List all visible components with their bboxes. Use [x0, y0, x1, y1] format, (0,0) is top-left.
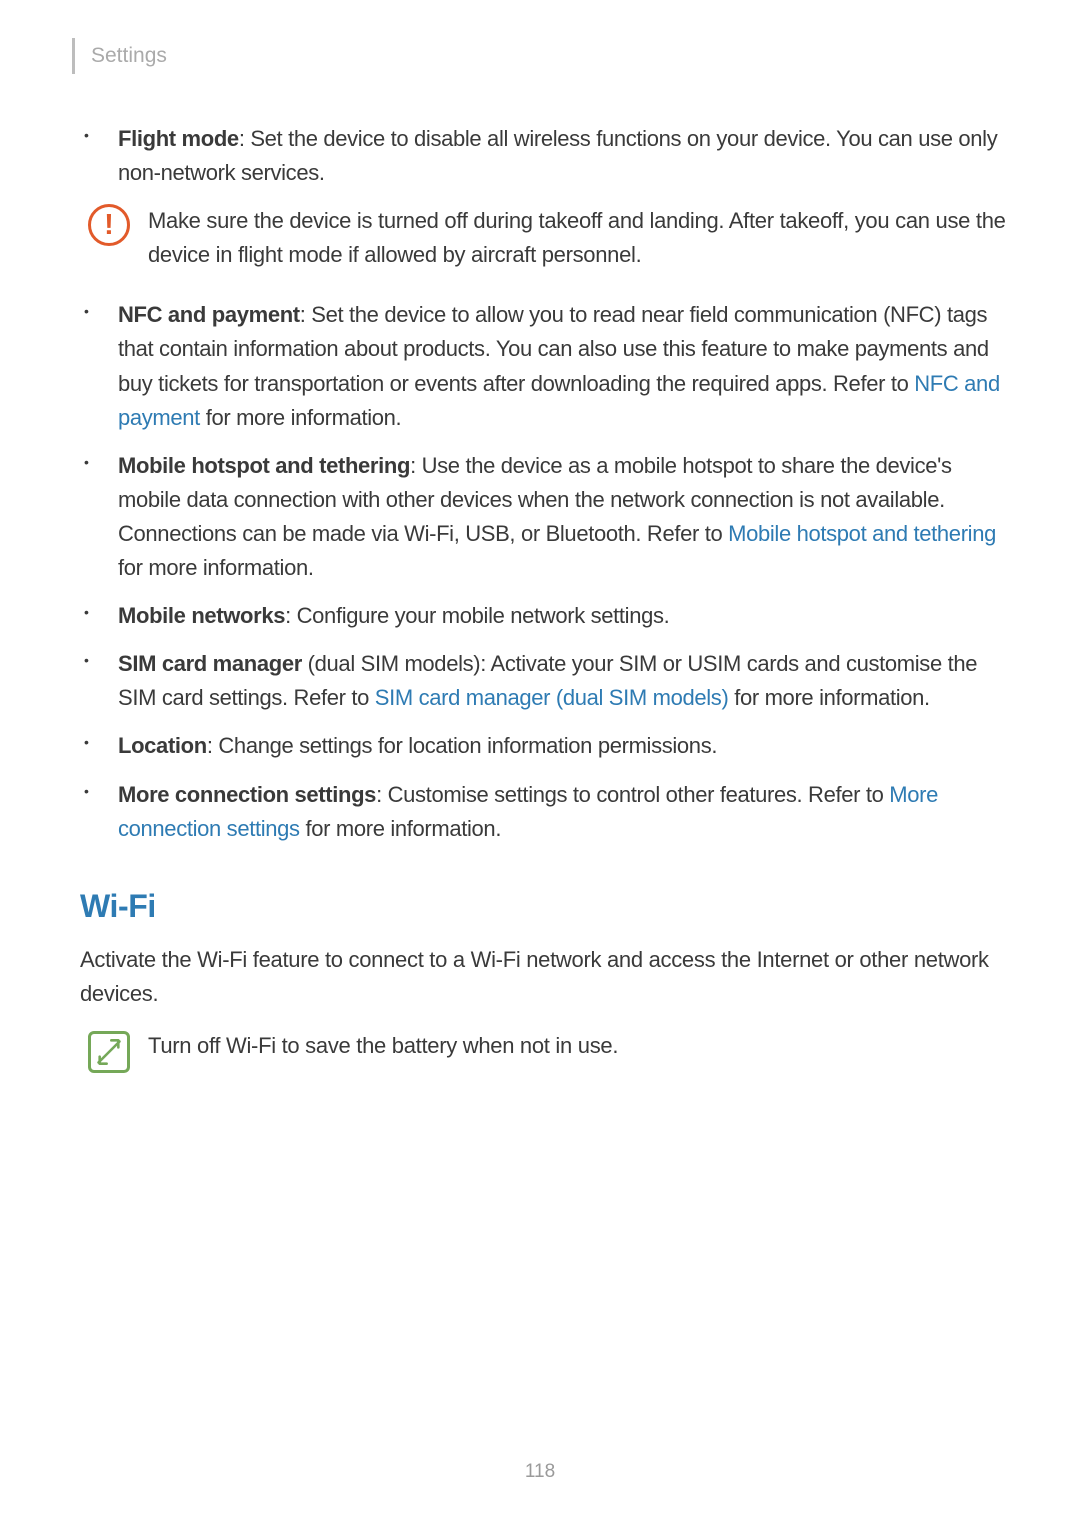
term-location: Location: [118, 733, 207, 758]
desc-hotspot-post: for more information.: [118, 555, 314, 580]
callout-note-wifi: Turn off Wi-Fi to save the battery when …: [88, 1029, 1008, 1073]
header-text: Settings: [91, 44, 167, 68]
page-number: 118: [0, 1461, 1080, 1483]
term-hotspot: Mobile hotspot and tethering: [118, 453, 410, 478]
term-more: More connection settings: [118, 782, 376, 807]
item-more: More connection settings: Customise sett…: [108, 778, 1008, 846]
desc-more-pre: : Customise settings to control other fe…: [376, 782, 889, 807]
desc-mobile-networks: : Configure your mobile network settings…: [285, 603, 669, 628]
link-hotspot[interactable]: Mobile hotspot and tethering: [728, 521, 996, 546]
warning-icon: !: [88, 204, 130, 246]
term-flight-mode: Flight mode: [118, 126, 239, 151]
item-mobile-networks: Mobile networks: Configure your mobile n…: [108, 599, 1008, 633]
term-nfc: NFC and payment: [118, 302, 300, 327]
desc-more-post: for more information.: [300, 816, 501, 841]
callout-warning-text: Make sure the device is turned off durin…: [148, 204, 1008, 272]
item-sim: SIM card manager (dual SIM models): Acti…: [108, 647, 1008, 715]
main-content: Flight mode: Set the device to disable a…: [72, 122, 1008, 1073]
item-location: Location: Change settings for location i…: [108, 729, 1008, 763]
item-hotspot: Mobile hotspot and tethering: Use the de…: [108, 449, 1008, 585]
wifi-intro: Activate the Wi-Fi feature to connect to…: [80, 943, 1008, 1011]
desc-sim-post: for more information.: [728, 685, 929, 710]
term-sim: SIM card manager: [118, 651, 302, 676]
callout-note-text: Turn off Wi-Fi to save the battery when …: [148, 1029, 618, 1063]
term-mobile-networks: Mobile networks: [118, 603, 285, 628]
callout-warning-flight: ! Make sure the device is turned off dur…: [88, 204, 1008, 272]
desc-flight-mode: : Set the device to disable all wireless…: [118, 126, 997, 185]
item-flight-mode: Flight mode: Set the device to disable a…: [108, 122, 1008, 190]
bullet-list-main: NFC and payment: Set the device to allow…: [80, 298, 1008, 845]
desc-nfc-post: for more information.: [200, 405, 401, 430]
heading-wifi: Wi-Fi: [80, 888, 1008, 925]
header-bar: [72, 38, 75, 74]
bullet-list-top: Flight mode: Set the device to disable a…: [80, 122, 1008, 190]
page-header: Settings: [72, 38, 1008, 74]
note-icon: [88, 1031, 130, 1073]
desc-location: : Change settings for location informati…: [207, 733, 717, 758]
item-nfc: NFC and payment: Set the device to allow…: [108, 298, 1008, 434]
link-sim[interactable]: SIM card manager (dual SIM models): [375, 685, 729, 710]
